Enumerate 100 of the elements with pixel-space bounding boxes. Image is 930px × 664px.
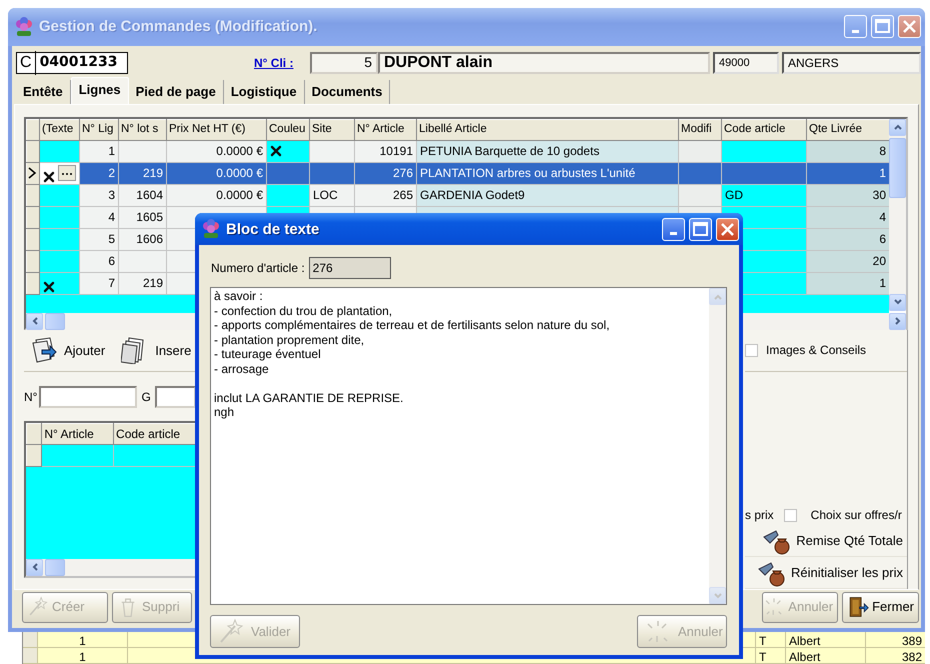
table-cell: [266, 184, 310, 206]
ellipsis-icon: [61, 170, 73, 176]
table-cell: PETUNIA Barquette de 10 godets: [416, 140, 678, 162]
table-cell: 1605: [118, 206, 166, 228]
minimize-icon: [852, 30, 859, 33]
action-button[interactable]: Insere: [121, 336, 192, 364]
table-cell: 30: [806, 184, 890, 206]
table-cell: [678, 162, 722, 184]
checkbox[interactable]: [745, 344, 758, 357]
close-button[interactable]: [898, 15, 921, 38]
column-header[interactable]: Prix Net HT (€): [166, 119, 266, 140]
article-number-field[interactable]: 276: [308, 257, 391, 279]
table-cell: [40, 206, 80, 228]
flower-icon: [201, 219, 221, 239]
table-cell: 3: [80, 184, 118, 206]
group-field[interactable]: [154, 386, 196, 408]
ellipsis-button[interactable]: [58, 165, 76, 182]
maximize-button[interactable]: [871, 15, 894, 38]
table-cell: 1: [38, 648, 128, 663]
table-cell: 20: [806, 250, 890, 272]
table-cell: 6: [806, 228, 890, 250]
maximize-button[interactable]: [689, 218, 712, 240]
checkbox[interactable]: [784, 508, 797, 522]
table-cell: 0.0000 €: [166, 184, 266, 206]
minimize-button[interactable]: [662, 218, 685, 240]
row-header[interactable]: [26, 162, 40, 184]
minimize-button[interactable]: [844, 15, 867, 38]
scroll-left-button[interactable]: [26, 312, 43, 330]
table-cell: 1606: [118, 228, 166, 250]
client-link[interactable]: N° Cli :: [254, 54, 310, 72]
scroll-up-button[interactable]: [889, 118, 906, 136]
column-header[interactable]: Code article: [114, 423, 196, 444]
offers-label: Choix sur offres/r: [810, 507, 902, 524]
table-cell: [678, 184, 722, 206]
table-cell: T: [756, 648, 786, 663]
text-area[interactable]: à savoir : - confection du trou de plantation, - apports complémentaires de terreau et de fertilisants selon nature du sol, - plantation proprement dite, - tuteurage éventuel - arrosage inclut LA GARANTIE DE REPRISE. ngh: [211, 288, 709, 604]
table-cell: 4: [806, 206, 890, 228]
number-label: N°: [24, 388, 38, 406]
field-label: Numero d'article :: [211, 260, 305, 277]
postal-code-field[interactable]: 49000: [713, 52, 779, 74]
column-header[interactable]: (Texte: [40, 119, 80, 140]
table-cell-text: 382: [900, 649, 923, 663]
scroll-right-button[interactable]: [889, 312, 906, 330]
checkbox-label: s prix: [745, 507, 774, 524]
table-cell: LOC: [310, 184, 354, 206]
client-number-field[interactable]: 5: [310, 52, 378, 74]
window-title: Bloc de texte: [226, 220, 320, 238]
table-cell: 219: [118, 162, 166, 184]
table-cell: 1: [80, 140, 118, 162]
city-field[interactable]: ANGERS: [782, 52, 921, 74]
column-header[interactable]: Couleu: [266, 119, 310, 140]
column-header[interactable]: N° Article: [354, 119, 416, 140]
side-button[interactable]: Remise Qté Totale: [745, 525, 907, 558]
table-cell: GARDENIA Godet9: [416, 184, 678, 206]
window-title: Gestion de Commandes (Modification).: [39, 18, 318, 36]
column-header[interactable]: Libellé Article: [416, 119, 678, 140]
column-header[interactable]: N° Lig: [80, 119, 118, 140]
table-cell: 276: [354, 162, 416, 184]
row-pointer-icon: [27, 167, 37, 180]
client-name-field[interactable]: DUPONT alain: [378, 52, 710, 74]
tab[interactable]: Lignes: [70, 77, 129, 104]
table-cell: 1: [38, 632, 128, 647]
column-header[interactable]: N° lot s: [118, 119, 166, 140]
table-cell: PLANTATION arbres ou arbustes L'unité: [416, 162, 678, 184]
order-prefix: C: [17, 50, 36, 75]
table-cell: 4: [80, 206, 118, 228]
scrollbar-thumb[interactable]: [45, 312, 65, 330]
side-button[interactable]: Réinitialiser les prix: [745, 557, 907, 590]
table-cell: [40, 228, 80, 250]
table-cell: 1604: [118, 184, 166, 206]
arrow-up-icon: [892, 122, 902, 132]
table-cell: [310, 162, 354, 184]
action-button[interactable]: Ajouter: [30, 336, 106, 364]
order-number: 04001233: [38, 53, 118, 72]
table-cell-text: 389: [900, 633, 923, 647]
table-cell: 265: [354, 184, 416, 206]
table-cell: 219: [118, 272, 166, 294]
table-cell: 10191: [354, 140, 416, 162]
group-label: G: [141, 388, 151, 406]
table-cell: 1: [806, 162, 890, 184]
table-cell: 1: [806, 272, 890, 294]
add-pages-icon: [30, 336, 58, 364]
column-header[interactable]: N° Article: [42, 423, 114, 444]
scroll-left-button[interactable]: [26, 558, 43, 576]
column-header[interactable]: Modifi: [678, 119, 722, 140]
table-cell: 8: [806, 140, 890, 162]
minimize-icon: [670, 232, 677, 235]
scrollbar-thumb[interactable]: [45, 558, 65, 576]
scrollbar-thumb[interactable]: [889, 138, 906, 198]
close-button[interactable]: [716, 218, 739, 240]
table-cell: 6: [80, 250, 118, 272]
table-cell: 0.0000 €: [166, 162, 266, 184]
column-header[interactable]: Code article: [722, 119, 806, 140]
wand-icon: [27, 596, 49, 618]
number-field[interactable]: [39, 386, 138, 408]
table-cell: [678, 140, 722, 162]
column-header[interactable]: Site: [310, 119, 354, 140]
scroll-down-button[interactable]: [889, 294, 906, 311]
close-button[interactable]: Fermer: [842, 592, 919, 623]
column-header[interactable]: Qte Livrée: [806, 119, 890, 140]
